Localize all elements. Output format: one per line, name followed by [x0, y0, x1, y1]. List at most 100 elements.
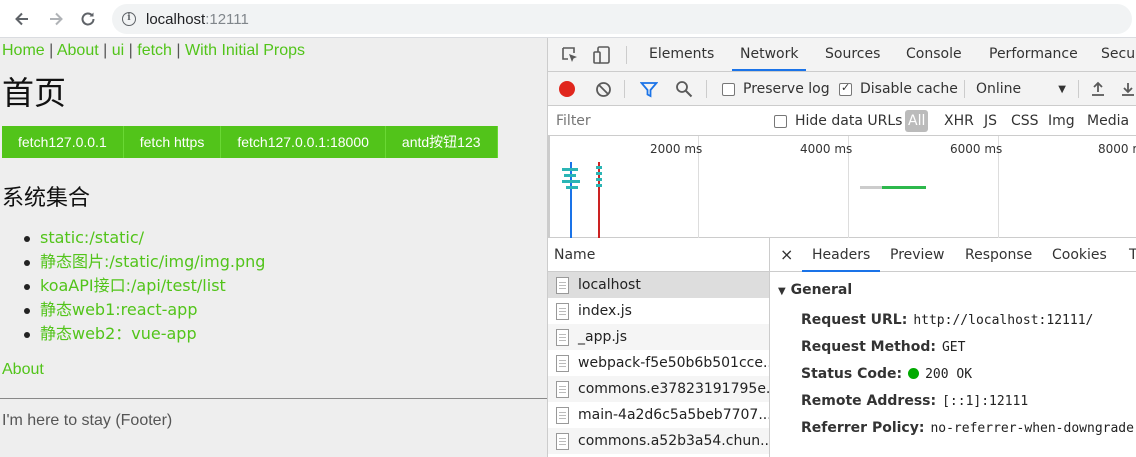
checkbox-unchecked-icon	[774, 114, 787, 128]
request-row[interactable]: index.js	[548, 298, 769, 324]
nav-link-fetch[interactable]: fetch	[137, 42, 172, 59]
about-link[interactable]: About	[2, 361, 44, 379]
document-icon	[556, 380, 569, 398]
disable-cache-checkbox[interactable]: Disable cache	[839, 72, 958, 106]
tab-cookies[interactable]: Cookies	[1052, 238, 1107, 272]
filter-bar: Hide data URLs All XHR JS CSS Img Media	[548, 106, 1136, 136]
document-icon	[556, 328, 569, 346]
nav-link-ui[interactable]: ui	[112, 42, 124, 59]
status-ok-icon	[908, 368, 920, 379]
list-item[interactable]: koaAPI接口:/api/test/list	[24, 274, 265, 298]
divider	[706, 80, 707, 98]
tab-sources[interactable]: Sources	[825, 38, 880, 71]
request-name: webpack-f5e50b6b501cce...	[578, 355, 769, 371]
preserve-log-checkbox[interactable]: Preserve log	[722, 72, 830, 106]
fetch-https-button[interactable]: fetch https	[124, 126, 222, 158]
preserve-log-label: Preserve log	[743, 81, 830, 97]
timeline-tick-label: 8000 m	[1098, 142, 1136, 156]
document-icon	[556, 354, 569, 372]
back-arrow-icon[interactable]	[10, 7, 34, 31]
request-method-row: Request Method: GET	[801, 339, 965, 355]
export-har-icon[interactable]	[1120, 72, 1136, 106]
list-item[interactable]: 静态web2：vue-app	[24, 322, 265, 346]
device-toolbar-icon[interactable]	[592, 45, 612, 65]
antd-button[interactable]: antd按钮123	[386, 126, 498, 158]
nav-separator: |	[103, 42, 108, 59]
field-key: Referrer Policy:	[801, 420, 925, 436]
list-item[interactable]: 静态图片:/static/img/img.png	[24, 250, 265, 274]
request-name: main-4a2d6c5a5beb7707...	[578, 407, 769, 423]
list-item[interactable]: 静态web1:react-app	[24, 298, 265, 322]
top-nav: Home | About | ui | fetch | With Initial…	[2, 42, 305, 60]
general-section-title: General	[790, 282, 853, 298]
tab-network[interactable]: Network	[732, 38, 807, 71]
filter-type-css[interactable]: CSS	[1011, 106, 1039, 136]
nav-link-about[interactable]: About	[57, 42, 99, 59]
fetch-local-button[interactable]: fetch127.0.0.1	[2, 126, 124, 158]
nav-link-home[interactable]: Home	[2, 42, 45, 59]
reload-icon[interactable]	[76, 7, 100, 31]
hide-data-urls-checkbox[interactable]: Hide data URLs	[774, 106, 902, 136]
request-row[interactable]: commons.a52b3a54.chun...	[548, 428, 769, 454]
filter-type-xhr[interactable]: XHR	[944, 106, 974, 136]
request-row[interactable]: commons.e37823191795e...	[548, 376, 769, 402]
search-icon[interactable]	[675, 72, 693, 106]
request-bar	[596, 166, 602, 169]
request-name: index.js	[578, 303, 632, 319]
list-item[interactable]: static:/static/	[24, 226, 265, 250]
record-icon[interactable]	[559, 72, 575, 106]
import-har-icon[interactable]	[1090, 72, 1106, 106]
clear-icon[interactable]	[595, 72, 612, 106]
request-url-row: Request URL: http://localhost:12111/	[801, 312, 1093, 328]
divider	[626, 46, 627, 64]
filter-icon[interactable]	[640, 72, 658, 106]
filter-type-all[interactable]: All	[905, 110, 929, 132]
request-name: commons.a52b3a54.chun...	[578, 433, 769, 449]
filter-input[interactable]	[550, 109, 758, 133]
request-row[interactable]: webpack-f5e50b6b501cce...	[548, 350, 769, 376]
throttling-select[interactable]: Online ▼	[976, 72, 1066, 106]
close-icon[interactable]: ×	[780, 238, 793, 272]
field-key: Request URL:	[801, 312, 908, 328]
general-section-header[interactable]: ▼ General	[778, 282, 852, 298]
request-bar	[596, 172, 602, 175]
overview-selection-handle[interactable]	[548, 136, 550, 238]
request-row[interactable]: main-4a2d6c5a5beb7707...	[548, 402, 769, 428]
tab-console[interactable]: Console	[906, 38, 962, 71]
tab-security[interactable]: Secur	[1101, 38, 1136, 71]
referrer-policy-row: Referrer Policy: no-referrer-when-downgra…	[801, 420, 1134, 436]
forward-arrow-icon[interactable]	[44, 7, 68, 31]
section-title: 系统集合	[2, 186, 91, 211]
nav-link-initial-props[interactable]: With Initial Props	[185, 42, 305, 59]
inspect-element-icon[interactable]	[560, 45, 580, 65]
request-row[interactable]: localhost	[548, 272, 769, 298]
field-value: GET	[941, 340, 966, 355]
request-name: localhost	[578, 277, 641, 293]
address-bar[interactable]: i localhost:12111	[112, 4, 1132, 34]
network-toolbar: Preserve log Disable cache Online ▼	[548, 72, 1136, 106]
network-overview[interactable]: 2000 ms 4000 ms 6000 ms 8000 m	[548, 136, 1136, 238]
site-info-icon[interactable]: i	[122, 12, 136, 26]
tab-preview[interactable]: Preview	[890, 238, 945, 272]
fetch-port-button[interactable]: fetch127.0.0.1:18000	[221, 126, 386, 158]
tab-elements[interactable]: Elements	[649, 38, 714, 71]
tab-performance[interactable]: Performance	[989, 38, 1078, 71]
request-bar	[596, 178, 602, 181]
document-icon	[556, 302, 569, 320]
filter-type-media[interactable]: Media	[1087, 106, 1129, 136]
filter-type-js[interactable]: JS	[984, 106, 997, 136]
document-icon	[556, 406, 569, 424]
nav-separator: |	[176, 42, 181, 59]
tab-headers[interactable]: Headers	[802, 238, 881, 272]
request-row[interactable]: _app.js	[548, 324, 769, 350]
divider	[1078, 80, 1079, 98]
tab-response[interactable]: Response	[965, 238, 1032, 272]
name-column-header[interactable]: Name	[548, 238, 769, 272]
filter-type-img[interactable]: Img	[1048, 106, 1075, 136]
tab-timing[interactable]: T	[1129, 238, 1136, 272]
devtools-tabbar: Elements Network Sources Console Perform…	[548, 38, 1136, 72]
request-name: commons.e37823191795e...	[578, 381, 769, 397]
document-icon	[556, 432, 569, 450]
page-viewport: Home | About | ui | fetch | With Initial…	[0, 38, 547, 457]
request-bar	[882, 186, 926, 189]
